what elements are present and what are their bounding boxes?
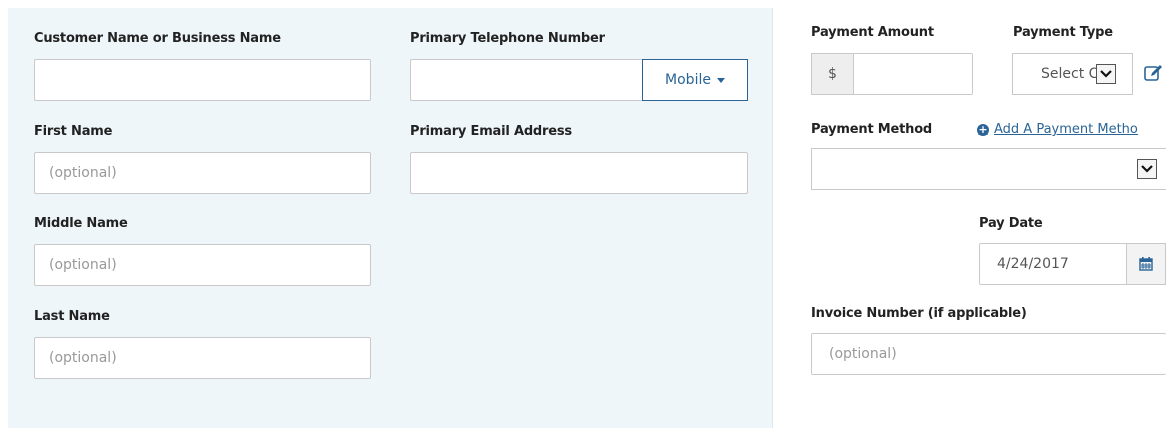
- calendar-icon: [1139, 257, 1153, 271]
- add-payment-method-text: Add A Payment Metho: [994, 122, 1138, 137]
- invoice-number-input[interactable]: [811, 333, 1166, 375]
- phone-input[interactable]: [410, 59, 643, 101]
- plus-circle-icon: +: [977, 122, 989, 136]
- payment-type-value: Select C: [1041, 66, 1099, 82]
- currency-symbol: $: [828, 66, 837, 82]
- phone-label: Primary Telephone Number: [410, 31, 605, 46]
- payment-amount-label: Payment Amount: [811, 25, 934, 40]
- chevron-down-icon: [1096, 64, 1116, 84]
- email-label: Primary Email Address: [410, 124, 572, 139]
- business-name-input[interactable]: [34, 59, 371, 101]
- middle-name-input[interactable]: [34, 244, 371, 286]
- payment-type-label: Payment Type: [1013, 25, 1113, 40]
- payment-method-chevron-icon: [1137, 159, 1157, 179]
- calendar-button[interactable]: [1126, 243, 1166, 285]
- middle-name-label: Middle Name: [34, 216, 128, 231]
- edit-icon[interactable]: [1144, 64, 1164, 86]
- invoice-number-label: Invoice Number (if applicable): [811, 306, 1027, 321]
- payment-type-select[interactable]: Select C: [1012, 53, 1133, 95]
- business-name-label: Customer Name or Business Name: [34, 31, 281, 46]
- phone-type-button[interactable]: Mobile: [642, 59, 748, 101]
- payment-method-select[interactable]: [811, 148, 1166, 190]
- email-input[interactable]: [410, 152, 748, 194]
- caret-down-icon: [716, 77, 725, 83]
- pay-date-input[interactable]: [979, 243, 1127, 285]
- pay-date-label: Pay Date: [979, 216, 1043, 231]
- payment-method-label: Payment Method: [811, 122, 933, 137]
- phone-type-label: Mobile: [665, 72, 711, 88]
- first-name-input[interactable]: [34, 152, 371, 194]
- last-name-label: Last Name: [34, 309, 110, 324]
- last-name-input[interactable]: [34, 337, 371, 379]
- add-payment-method-link[interactable]: + Add A Payment Metho: [977, 122, 1138, 137]
- first-name-label: First Name: [34, 124, 113, 139]
- payment-amount-input[interactable]: [853, 53, 973, 95]
- currency-addon: $: [811, 53, 853, 95]
